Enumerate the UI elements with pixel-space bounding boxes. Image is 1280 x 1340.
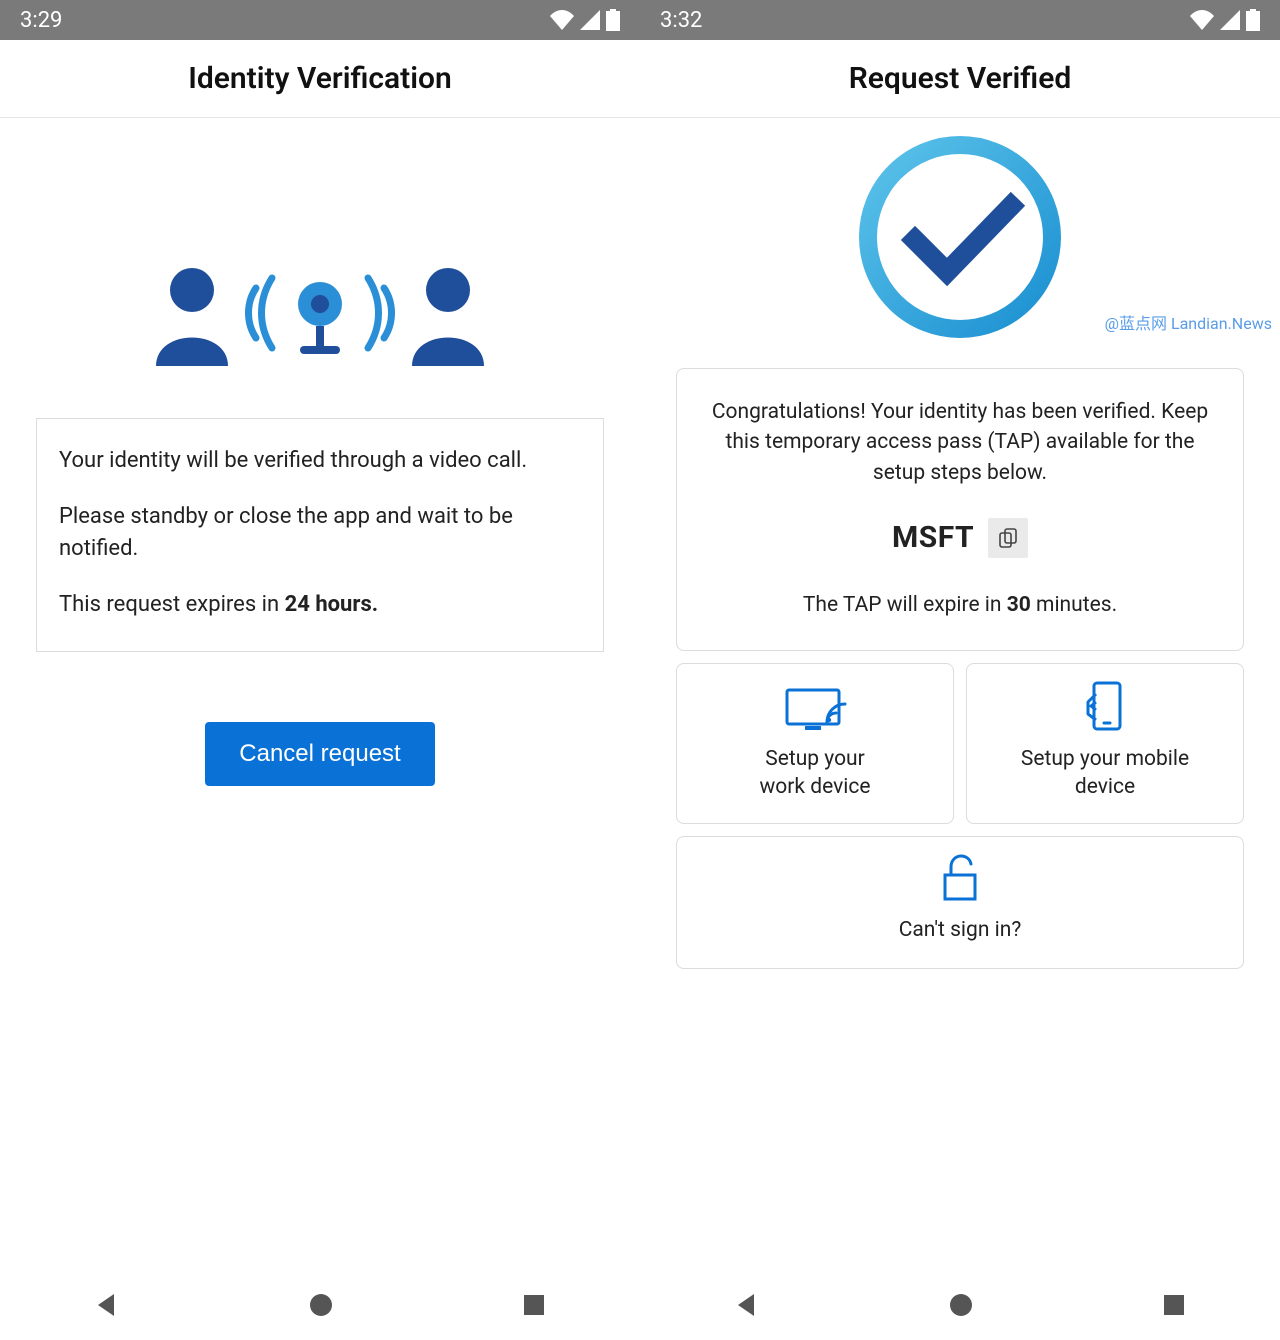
congrats-text: Congratulations! Your identity has been … bbox=[699, 397, 1221, 488]
person-icon bbox=[156, 268, 228, 366]
verified-card: Congratulations! Your identity has been … bbox=[676, 368, 1244, 651]
phone-identity-verification: 3:29 Identity Verification bbox=[0, 0, 640, 1340]
tile-label: Setup your mobile device bbox=[977, 746, 1233, 801]
info-line-2: Please standby or close the app and wait… bbox=[59, 501, 581, 565]
android-nav-bar bbox=[640, 1270, 1280, 1340]
signal-waves-icon bbox=[368, 278, 392, 348]
status-icons bbox=[1190, 9, 1260, 31]
watermark-text: @蓝点网 Landian.News bbox=[1105, 310, 1272, 334]
tile-label: Can't sign in? bbox=[687, 917, 1233, 944]
webcam-icon bbox=[298, 282, 342, 354]
cancel-request-button[interactable]: Cancel request bbox=[205, 722, 434, 786]
video-call-illustration bbox=[36, 248, 604, 368]
setup-mobile-device-tile[interactable]: Setup your mobile device bbox=[966, 663, 1244, 824]
page-title: Request Verified bbox=[849, 61, 1072, 96]
cell-signal-icon bbox=[580, 10, 600, 30]
info-card: Your identity will be verified through a… bbox=[36, 418, 604, 652]
checkmark-circle-icon bbox=[855, 132, 1065, 342]
info-line-1: Your identity will be verified through a… bbox=[59, 445, 581, 477]
page-title: Identity Verification bbox=[188, 61, 452, 96]
status-time: 3:32 bbox=[660, 8, 702, 33]
cant-sign-in-tile[interactable]: Can't sign in? bbox=[676, 836, 1244, 969]
battery-icon bbox=[606, 9, 620, 31]
nav-recent-icon[interactable] bbox=[522, 1293, 546, 1317]
status-time: 3:29 bbox=[20, 8, 62, 33]
app-header: Identity Verification bbox=[0, 40, 640, 118]
battery-icon bbox=[1246, 9, 1260, 31]
copy-icon bbox=[999, 528, 1017, 548]
app-header: Request Verified bbox=[640, 40, 1280, 118]
tap-code: MSFT bbox=[892, 516, 974, 560]
phone-hand-icon bbox=[1082, 680, 1128, 732]
nav-home-icon[interactable] bbox=[308, 1292, 334, 1318]
signal-waves-icon bbox=[249, 278, 273, 348]
tap-expire-text: The TAP will expire in 30 minutes. bbox=[699, 590, 1221, 620]
wifi-icon bbox=[550, 10, 574, 30]
cell-signal-icon bbox=[1220, 10, 1240, 30]
setup-work-device-tile[interactable]: Setup your work device bbox=[676, 663, 954, 824]
status-bar: 3:29 bbox=[0, 0, 640, 40]
phone-request-verified: 3:32 Request Verified @蓝点网 Landian.News bbox=[640, 0, 1280, 1340]
nav-back-icon[interactable] bbox=[734, 1292, 760, 1318]
monitor-cast-icon bbox=[783, 686, 847, 732]
info-line-3: This request expires in 24 hours. bbox=[59, 589, 581, 621]
tap-row: MSFT bbox=[699, 516, 1221, 560]
unlock-icon bbox=[939, 853, 981, 903]
wifi-icon bbox=[1190, 10, 1214, 30]
person-icon bbox=[412, 268, 484, 366]
copy-tap-button[interactable] bbox=[988, 518, 1028, 558]
android-nav-bar bbox=[0, 1270, 640, 1340]
nav-back-icon[interactable] bbox=[94, 1292, 120, 1318]
tile-label: Setup your work device bbox=[687, 746, 943, 801]
nav-home-icon[interactable] bbox=[948, 1292, 974, 1318]
status-icons bbox=[550, 9, 620, 31]
status-bar: 3:32 bbox=[640, 0, 1280, 40]
nav-recent-icon[interactable] bbox=[1162, 1293, 1186, 1317]
